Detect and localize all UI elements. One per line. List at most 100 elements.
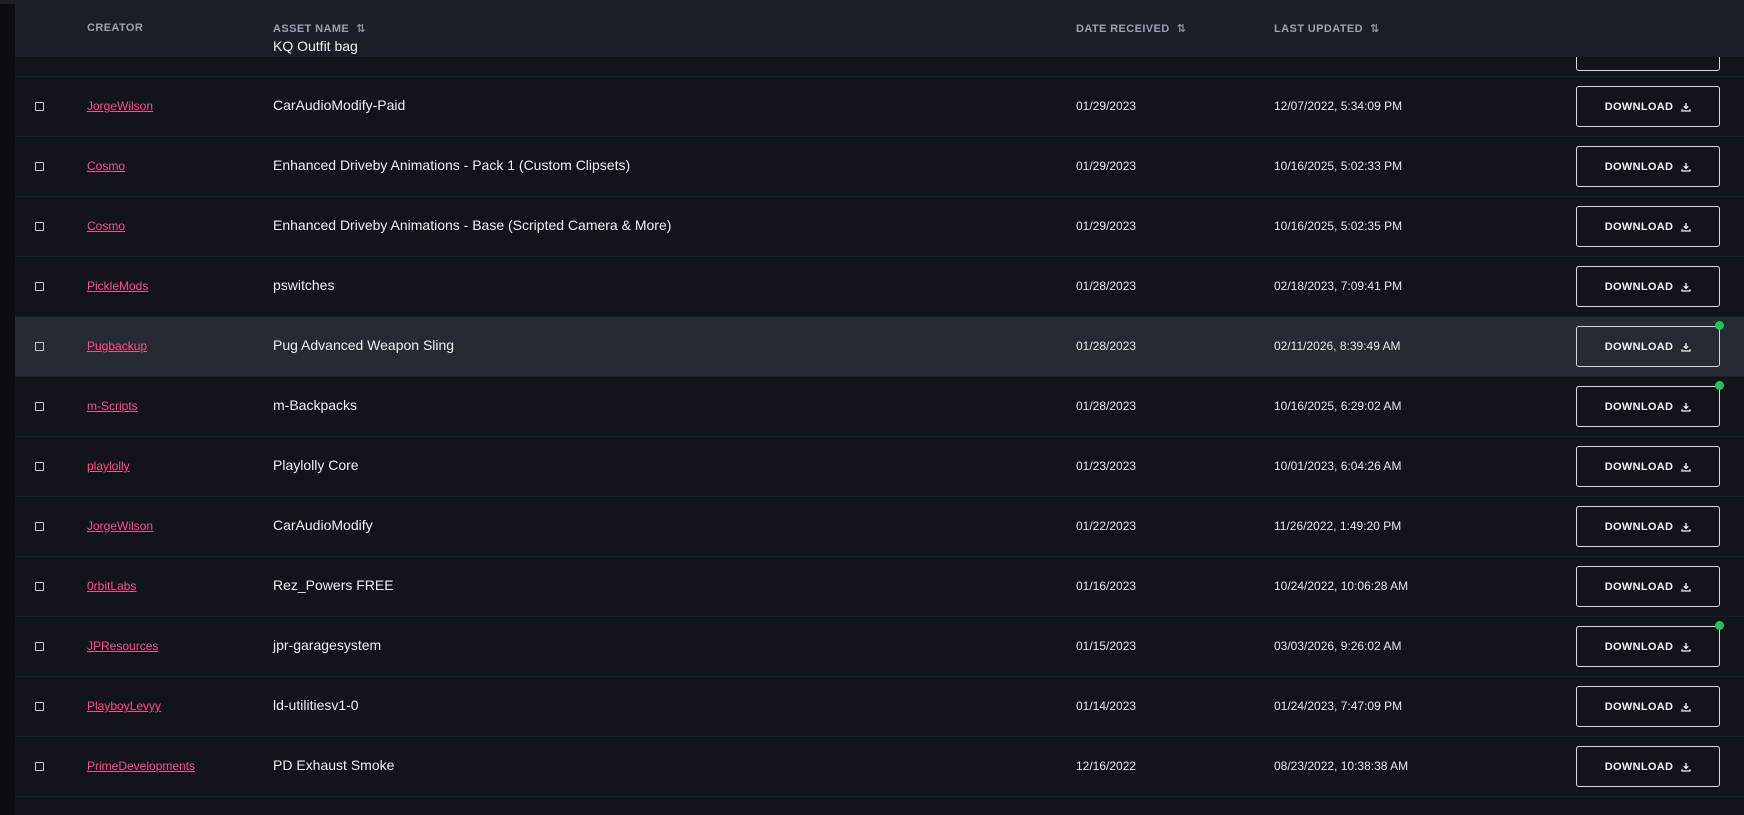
sort-icon[interactable]: ⇅ — [1370, 22, 1380, 35]
download-button[interactable]: DOWNLOAD — [1576, 686, 1720, 727]
creator-link[interactable]: JPResources — [87, 639, 158, 653]
header-last-updated[interactable]: LAST UPDATED ⇅ — [1274, 22, 1380, 36]
download-icon — [1681, 162, 1691, 172]
download-button[interactable]: DOWNLOAD — [1576, 626, 1720, 667]
creator-link[interactable]: PickleMods — [87, 279, 148, 293]
last-updated: 03/03/2026, 9:26:02 AM — [1274, 639, 1402, 653]
creator-link[interactable]: 0rbitLabs — [87, 579, 136, 593]
row-checkbox[interactable] — [35, 222, 44, 231]
download-button[interactable]: DOWNLOAD — [1576, 266, 1720, 307]
header-asset-name[interactable]: ASSET NAME ⇅ — [273, 22, 366, 36]
download-icon — [1681, 342, 1691, 352]
row-checkbox[interactable] — [35, 702, 44, 711]
asset-name: Rez_Powers FREE — [273, 577, 394, 593]
row-checkbox[interactable] — [35, 462, 44, 471]
download-button-label: DOWNLOAD — [1604, 340, 1674, 353]
date-received: 01/15/2023 — [1076, 639, 1137, 653]
download-icon — [1681, 222, 1691, 232]
download-button-label: DOWNLOAD — [1604, 100, 1674, 113]
row-checkbox[interactable] — [35, 762, 44, 771]
date-received: 01/28/2023 — [1076, 399, 1137, 413]
creator-link[interactable]: PrimeDevelopments — [87, 759, 195, 773]
row-checkbox[interactable] — [35, 102, 44, 111]
download-button[interactable]: DOWNLOAD — [1576, 326, 1720, 367]
download-button-label: DOWNLOAD — [1604, 460, 1674, 473]
asset-name: pswitches — [273, 277, 335, 293]
header-creator-label: CREATOR — [87, 22, 144, 34]
creator-link[interactable]: JorgeWilson — [87, 519, 153, 533]
sort-icon[interactable]: ⇅ — [356, 22, 366, 35]
table-row: Cosmo Enhanced Driveby Animations - Pack… — [15, 137, 1744, 197]
header-asset-name-label: ASSET NAME — [273, 22, 350, 35]
last-updated: 10/16/2025, 5:02:33 PM — [1274, 159, 1403, 173]
row-checkbox[interactable] — [35, 282, 44, 291]
download-icon — [1681, 402, 1691, 412]
date-received: 01/28/2023 — [1076, 339, 1137, 353]
sort-icon[interactable]: ⇅ — [1177, 22, 1187, 35]
asset-name: Enhanced Driveby Animations - Pack 1 (Cu… — [273, 157, 631, 173]
creator-link[interactable]: Cosmo — [87, 159, 125, 173]
download-button-label: DOWNLOAD — [1604, 280, 1674, 293]
download-icon — [1681, 462, 1691, 472]
asset-name: m-Backpacks — [273, 397, 358, 413]
date-received: 12/16/2022 — [1076, 759, 1137, 773]
row-checkbox[interactable] — [35, 402, 44, 411]
download-button[interactable]: DOWNLOAD — [1576, 566, 1720, 607]
download-button-label: DOWNLOAD — [1604, 760, 1674, 773]
header-last-updated-label: LAST UPDATED — [1274, 22, 1363, 35]
download-button[interactable]: DOWNLOAD — [1576, 386, 1720, 427]
download-button[interactable]: DOWNLOAD — [1576, 506, 1720, 547]
last-updated: 10/01/2023, 6:04:26 AM — [1274, 459, 1402, 473]
download-button-label: DOWNLOAD — [1604, 160, 1674, 173]
assets-table: CREATOR ASSET NAME ⇅ DATE RECEIVED ⇅ LAS… — [15, 4, 1744, 815]
download-button[interactable]: DOWNLOAD — [1576, 86, 1720, 127]
asset-name: jpr-garagesystem — [273, 637, 382, 653]
download-icon — [1681, 642, 1691, 652]
asset-name: Pug Advanced Weapon Sling — [273, 337, 455, 353]
date-received: 01/23/2023 — [1076, 459, 1137, 473]
creator-link[interactable]: PlayboyLevyy — [87, 699, 161, 713]
creator-link[interactable]: JorgeWilson — [87, 99, 153, 113]
row-checkbox[interactable] — [35, 162, 44, 171]
last-updated: 08/23/2022, 10:38:38 AM — [1274, 759, 1409, 773]
table-row: PickleMods pswitches 01/28/2023 02/18/20… — [15, 257, 1744, 317]
date-received: 01/29/2023 — [1076, 219, 1137, 233]
table-row: 0rbitLabs Rez_Powers FREE 01/16/2023 10/… — [15, 557, 1744, 617]
header-creator: CREATOR — [87, 22, 143, 34]
download-button[interactable]: DOWNLOAD — [1576, 446, 1720, 487]
row-checkbox[interactable] — [35, 342, 44, 351]
creator-link[interactable]: playlolly — [87, 459, 130, 473]
creator-link[interactable]: m-Scripts — [87, 399, 138, 413]
asset-name: Enhanced Driveby Animations - Base (Scri… — [273, 217, 672, 233]
asset-name: CarAudioModify — [273, 517, 373, 533]
table-row: JorgeWilson CarAudioModify-Paid 01/29/20… — [15, 77, 1744, 137]
download-icon — [1681, 282, 1691, 292]
row-checkbox[interactable] — [35, 642, 44, 651]
new-update-dot — [1715, 621, 1724, 630]
table-row: m-Scripts m-Backpacks 01/28/2023 10/16/2… — [15, 377, 1744, 437]
download-icon — [1681, 702, 1691, 712]
last-updated: 02/18/2023, 7:09:41 PM — [1274, 279, 1403, 293]
table-row-partial — [15, 47, 1744, 77]
asset-name: CarAudioModify-Paid — [273, 97, 406, 113]
download-button[interactable]: DOWNLOAD — [1576, 146, 1720, 187]
asset-name: ld-utilitiesv1-0 — [273, 697, 359, 713]
download-button[interactable]: DOWNLOAD — [1576, 206, 1720, 247]
table-row: PrimeDevelopments PD Exhaust Smoke 12/16… — [15, 737, 1744, 797]
table-row: JorgeWilson CarAudioModify 01/22/2023 11… — [15, 497, 1744, 557]
row-checkbox[interactable] — [35, 522, 44, 531]
table-row: playlolly Playlolly Core 01/23/2023 10/0… — [15, 437, 1744, 497]
download-icon — [1681, 582, 1691, 592]
download-icon — [1681, 522, 1691, 532]
creator-link[interactable]: Pugbackup — [87, 339, 147, 353]
last-updated: 11/26/2022, 1:49:20 PM — [1274, 519, 1402, 533]
download-button[interactable]: DOWNLOAD — [1576, 746, 1720, 787]
table-body: JorgeWilson CarAudioModify-Paid 01/29/20… — [15, 77, 1744, 797]
download-button-label: DOWNLOAD — [1604, 640, 1674, 653]
header-date-received[interactable]: DATE RECEIVED ⇅ — [1076, 22, 1187, 36]
row-checkbox[interactable] — [35, 582, 44, 591]
date-received: 01/29/2023 — [1076, 99, 1137, 113]
date-received: 01/22/2023 — [1076, 519, 1137, 533]
asset-name: Playlolly Core — [273, 457, 359, 473]
creator-link[interactable]: Cosmo — [87, 219, 125, 233]
